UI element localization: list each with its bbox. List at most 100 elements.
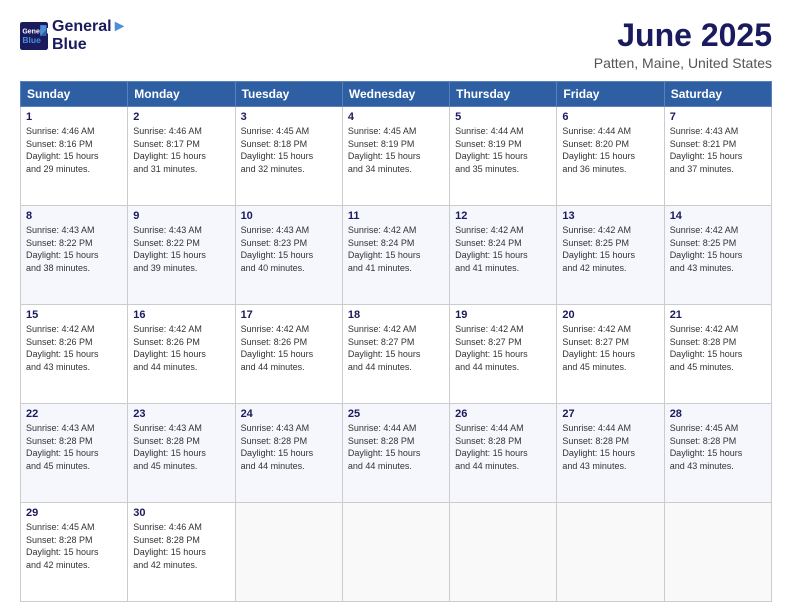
day-info: Sunrise: 4:42 AM Sunset: 8:27 PM Dayligh…	[562, 323, 658, 373]
day-info: Sunrise: 4:43 AM Sunset: 8:22 PM Dayligh…	[26, 224, 122, 274]
day-number: 18	[348, 309, 444, 321]
day-cell: 17 Sunrise: 4:42 AM Sunset: 8:26 PM Dayl…	[235, 305, 342, 404]
day-number: 13	[562, 210, 658, 222]
day-info: Sunrise: 4:45 AM Sunset: 8:28 PM Dayligh…	[670, 422, 766, 472]
week-row-4: 22 Sunrise: 4:43 AM Sunset: 8:28 PM Dayl…	[21, 404, 772, 503]
day-cell	[450, 503, 557, 602]
logo-text: General► Blue	[52, 18, 127, 53]
day-number: 17	[241, 309, 337, 321]
column-header-wednesday: Wednesday	[342, 82, 449, 107]
logo-icon: General Blue	[20, 22, 48, 50]
day-info: Sunrise: 4:46 AM Sunset: 8:17 PM Dayligh…	[133, 125, 229, 175]
day-cell: 3 Sunrise: 4:45 AM Sunset: 8:18 PM Dayli…	[235, 107, 342, 206]
logo: General Blue General► Blue	[20, 18, 127, 53]
day-number: 21	[670, 309, 766, 321]
day-number: 11	[348, 210, 444, 222]
column-header-thursday: Thursday	[450, 82, 557, 107]
column-header-tuesday: Tuesday	[235, 82, 342, 107]
day-info: Sunrise: 4:44 AM Sunset: 8:28 PM Dayligh…	[455, 422, 551, 472]
day-info: Sunrise: 4:44 AM Sunset: 8:28 PM Dayligh…	[562, 422, 658, 472]
day-info: Sunrise: 4:42 AM Sunset: 8:26 PM Dayligh…	[26, 323, 122, 373]
day-cell: 12 Sunrise: 4:42 AM Sunset: 8:24 PM Dayl…	[450, 206, 557, 305]
day-cell	[664, 503, 771, 602]
day-info: Sunrise: 4:42 AM Sunset: 8:24 PM Dayligh…	[348, 224, 444, 274]
day-cell: 14 Sunrise: 4:42 AM Sunset: 8:25 PM Dayl…	[664, 206, 771, 305]
day-info: Sunrise: 4:42 AM Sunset: 8:25 PM Dayligh…	[670, 224, 766, 274]
day-info: Sunrise: 4:45 AM Sunset: 8:18 PM Dayligh…	[241, 125, 337, 175]
day-info: Sunrise: 4:43 AM Sunset: 8:23 PM Dayligh…	[241, 224, 337, 274]
day-cell: 16 Sunrise: 4:42 AM Sunset: 8:26 PM Dayl…	[128, 305, 235, 404]
week-row-3: 15 Sunrise: 4:42 AM Sunset: 8:26 PM Dayl…	[21, 305, 772, 404]
day-cell: 24 Sunrise: 4:43 AM Sunset: 8:28 PM Dayl…	[235, 404, 342, 503]
day-cell: 22 Sunrise: 4:43 AM Sunset: 8:28 PM Dayl…	[21, 404, 128, 503]
day-number: 29	[26, 507, 122, 519]
day-info: Sunrise: 4:45 AM Sunset: 8:28 PM Dayligh…	[26, 521, 122, 571]
day-cell: 13 Sunrise: 4:42 AM Sunset: 8:25 PM Dayl…	[557, 206, 664, 305]
day-cell: 21 Sunrise: 4:42 AM Sunset: 8:28 PM Dayl…	[664, 305, 771, 404]
calendar-table: SundayMondayTuesdayWednesdayThursdayFrid…	[20, 81, 772, 602]
day-cell: 27 Sunrise: 4:44 AM Sunset: 8:28 PM Dayl…	[557, 404, 664, 503]
day-number: 22	[26, 408, 122, 420]
day-number: 14	[670, 210, 766, 222]
day-cell: 6 Sunrise: 4:44 AM Sunset: 8:20 PM Dayli…	[557, 107, 664, 206]
page: General Blue General► Blue June 2025 Pat…	[0, 0, 792, 612]
day-info: Sunrise: 4:42 AM Sunset: 8:27 PM Dayligh…	[348, 323, 444, 373]
day-info: Sunrise: 4:46 AM Sunset: 8:28 PM Dayligh…	[133, 521, 229, 571]
column-header-friday: Friday	[557, 82, 664, 107]
day-cell: 26 Sunrise: 4:44 AM Sunset: 8:28 PM Dayl…	[450, 404, 557, 503]
day-number: 9	[133, 210, 229, 222]
day-cell: 10 Sunrise: 4:43 AM Sunset: 8:23 PM Dayl…	[235, 206, 342, 305]
day-number: 28	[670, 408, 766, 420]
day-number: 26	[455, 408, 551, 420]
week-row-2: 8 Sunrise: 4:43 AM Sunset: 8:22 PM Dayli…	[21, 206, 772, 305]
day-info: Sunrise: 4:42 AM Sunset: 8:28 PM Dayligh…	[670, 323, 766, 373]
day-cell: 8 Sunrise: 4:43 AM Sunset: 8:22 PM Dayli…	[21, 206, 128, 305]
day-cell: 11 Sunrise: 4:42 AM Sunset: 8:24 PM Dayl…	[342, 206, 449, 305]
day-number: 2	[133, 111, 229, 123]
column-header-sunday: Sunday	[21, 82, 128, 107]
week-row-1: 1 Sunrise: 4:46 AM Sunset: 8:16 PM Dayli…	[21, 107, 772, 206]
day-cell: 1 Sunrise: 4:46 AM Sunset: 8:16 PM Dayli…	[21, 107, 128, 206]
day-number: 10	[241, 210, 337, 222]
day-number: 16	[133, 309, 229, 321]
day-number: 1	[26, 111, 122, 123]
day-info: Sunrise: 4:43 AM Sunset: 8:28 PM Dayligh…	[241, 422, 337, 472]
day-cell	[342, 503, 449, 602]
main-title: June 2025	[594, 18, 772, 53]
header: General Blue General► Blue June 2025 Pat…	[20, 18, 772, 71]
day-cell: 9 Sunrise: 4:43 AM Sunset: 8:22 PM Dayli…	[128, 206, 235, 305]
column-headers: SundayMondayTuesdayWednesdayThursdayFrid…	[21, 82, 772, 107]
day-number: 23	[133, 408, 229, 420]
day-info: Sunrise: 4:43 AM Sunset: 8:21 PM Dayligh…	[670, 125, 766, 175]
day-info: Sunrise: 4:44 AM Sunset: 8:20 PM Dayligh…	[562, 125, 658, 175]
column-header-monday: Monday	[128, 82, 235, 107]
day-number: 4	[348, 111, 444, 123]
day-number: 5	[455, 111, 551, 123]
day-info: Sunrise: 4:45 AM Sunset: 8:19 PM Dayligh…	[348, 125, 444, 175]
day-cell: 25 Sunrise: 4:44 AM Sunset: 8:28 PM Dayl…	[342, 404, 449, 503]
day-cell: 4 Sunrise: 4:45 AM Sunset: 8:19 PM Dayli…	[342, 107, 449, 206]
day-number: 3	[241, 111, 337, 123]
day-cell: 20 Sunrise: 4:42 AM Sunset: 8:27 PM Dayl…	[557, 305, 664, 404]
day-number: 25	[348, 408, 444, 420]
day-info: Sunrise: 4:42 AM Sunset: 8:27 PM Dayligh…	[455, 323, 551, 373]
day-info: Sunrise: 4:43 AM Sunset: 8:28 PM Dayligh…	[26, 422, 122, 472]
day-number: 7	[670, 111, 766, 123]
day-cell: 30 Sunrise: 4:46 AM Sunset: 8:28 PM Dayl…	[128, 503, 235, 602]
day-cell: 2 Sunrise: 4:46 AM Sunset: 8:17 PM Dayli…	[128, 107, 235, 206]
day-number: 12	[455, 210, 551, 222]
day-cell: 28 Sunrise: 4:45 AM Sunset: 8:28 PM Dayl…	[664, 404, 771, 503]
day-number: 27	[562, 408, 658, 420]
day-info: Sunrise: 4:42 AM Sunset: 8:25 PM Dayligh…	[562, 224, 658, 274]
day-cell: 23 Sunrise: 4:43 AM Sunset: 8:28 PM Dayl…	[128, 404, 235, 503]
day-info: Sunrise: 4:44 AM Sunset: 8:19 PM Dayligh…	[455, 125, 551, 175]
column-header-saturday: Saturday	[664, 82, 771, 107]
day-number: 6	[562, 111, 658, 123]
day-number: 30	[133, 507, 229, 519]
week-row-5: 29 Sunrise: 4:45 AM Sunset: 8:28 PM Dayl…	[21, 503, 772, 602]
calendar-body: 1 Sunrise: 4:46 AM Sunset: 8:16 PM Dayli…	[21, 107, 772, 602]
day-cell: 15 Sunrise: 4:42 AM Sunset: 8:26 PM Dayl…	[21, 305, 128, 404]
day-cell	[235, 503, 342, 602]
day-cell: 19 Sunrise: 4:42 AM Sunset: 8:27 PM Dayl…	[450, 305, 557, 404]
day-number: 20	[562, 309, 658, 321]
